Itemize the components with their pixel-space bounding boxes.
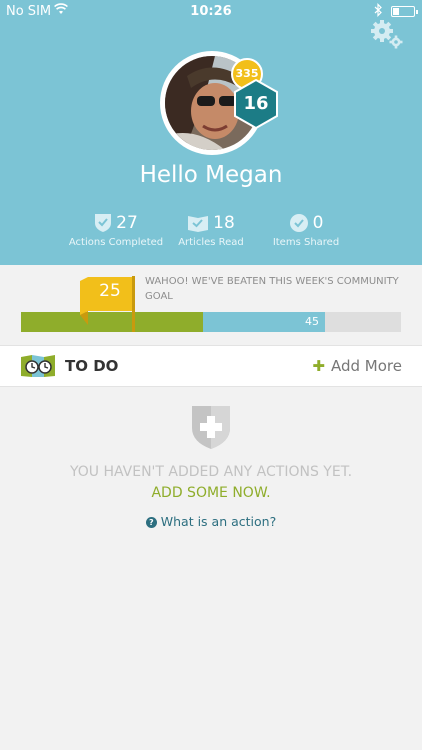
flag-value: 25 [99, 281, 121, 301]
level-badge: 16 [230, 78, 282, 130]
book-check-icon [188, 216, 209, 232]
stat-articles-read[interactable]: 18 Articles Read [170, 212, 252, 248]
shield-plus-icon [192, 406, 230, 449]
shield-check-icon [95, 214, 112, 232]
greeting: Hello Megan [139, 162, 283, 188]
clock: 10:26 [190, 4, 232, 19]
level-number: 16 [243, 93, 269, 114]
stat-value: 18 [213, 213, 235, 233]
stat-label: Items Shared [272, 237, 340, 248]
circle-check-icon [289, 214, 308, 232]
stat-label: Articles Read [178, 237, 244, 248]
profile-header: No SIM 10:26 335 16 Hello Megan 27 Actio… [0, 0, 422, 265]
flag-pole [132, 276, 135, 332]
stat-label: Actions Completed [68, 237, 164, 248]
stat-value: 0 [312, 213, 324, 233]
add-some-now-link[interactable]: ADD SOME NOW. [151, 485, 270, 501]
empty-state-text: YOU HAVEN'T ADDED ANY ACTIONS YET. [69, 464, 353, 480]
add-more-button[interactable]: ✚ Add More [312, 357, 402, 375]
add-more-label: Add More [331, 357, 402, 375]
help-icon: ? [145, 517, 157, 528]
clock-map-icon [21, 355, 55, 377]
todo-header: TO DO ✚ Add More [0, 345, 422, 387]
stat-actions-completed[interactable]: 27 Actions Completed [66, 212, 166, 248]
what-is-an-action-link[interactable]: ? What is an action? [0, 514, 422, 529]
stat-value: 27 [116, 213, 138, 233]
stat-items-shared[interactable]: 0 Items Shared [264, 212, 348, 248]
help-link-label: What is an action? [160, 514, 277, 529]
battery-icon [391, 6, 418, 17]
empty-state-message: YOU HAVEN'T ADDED ANY ACTIONS YET. ADD S… [60, 462, 362, 504]
settings-button[interactable] [368, 18, 404, 50]
gear-icon [371, 20, 403, 49]
status-bar: No SIM 10:26 [0, 0, 422, 24]
todo-title: TO DO [65, 357, 119, 375]
community-goal: WAHOO! WE'VE BEATEN THIS WEEK'S COMMUNIT… [0, 265, 422, 343]
goal-message: WAHOO! WE'VE BEATEN THIS WEEK'S COMMUNIT… [145, 276, 399, 302]
plus-icon: ✚ [312, 357, 325, 375]
community-progress-value: 45 [304, 315, 319, 328]
